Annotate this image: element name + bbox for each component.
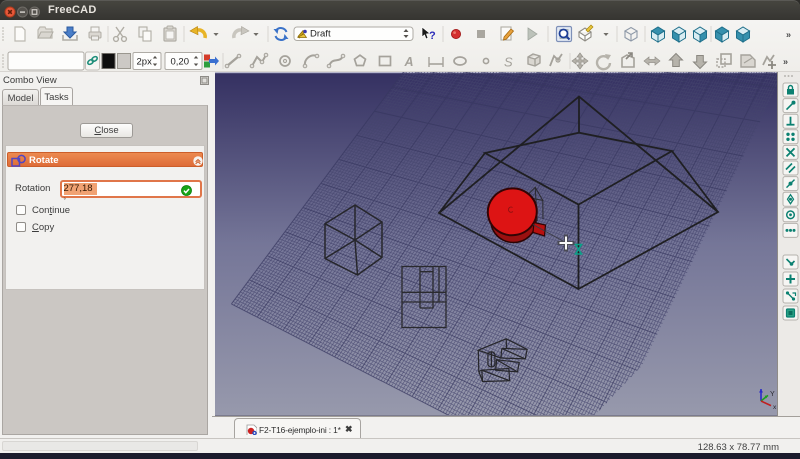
svg-text:Y: Y bbox=[770, 391, 775, 398]
svg-text:S: S bbox=[504, 54, 513, 69]
svg-text:0,20: 0,20 bbox=[171, 56, 190, 67]
svg-text:»: » bbox=[783, 56, 788, 66]
svg-text:Draft: Draft bbox=[310, 28, 331, 39]
svg-text:»: » bbox=[786, 29, 791, 39]
svg-text:A: A bbox=[404, 55, 414, 69]
svg-text:2px: 2px bbox=[137, 56, 153, 67]
svg-text:?: ? bbox=[429, 30, 436, 42]
